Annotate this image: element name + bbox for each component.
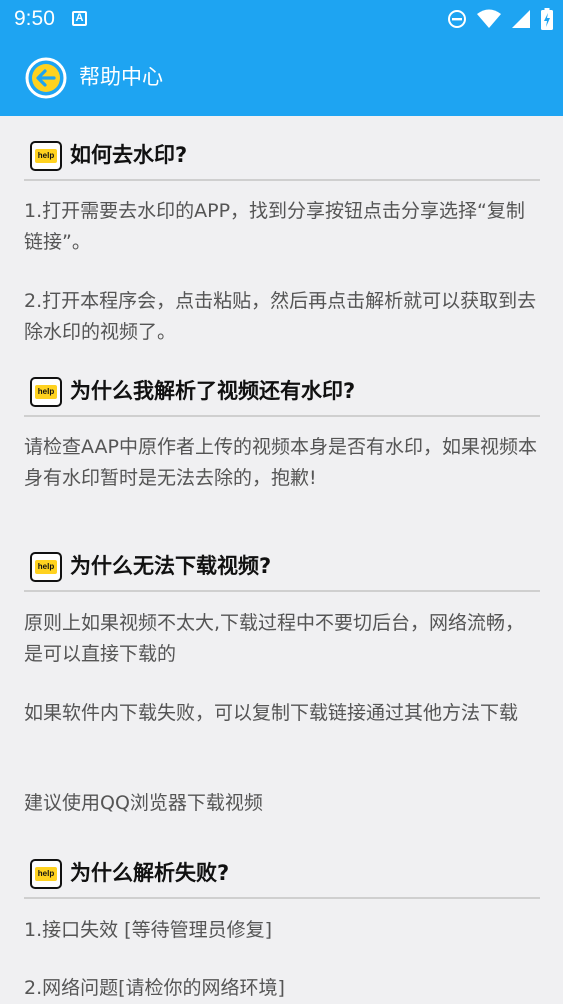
help-icon: help [30,377,62,407]
section-title: 为什么无法下载视频? [70,554,272,578]
section-paragraph: 请检查AAP中原作者上传的视频本身是否有水印，如果视频本身有水印暂时是无法去除的… [24,436,537,489]
wifi-icon [477,9,501,28]
help-badge-label: help [35,149,57,163]
signal-icon [512,10,530,28]
help-badge-label: help [35,867,57,881]
section-header: help 如何去水印? [24,134,540,181]
notification-a-icon: A [72,11,87,26]
help-badge-label: help [35,385,57,399]
section-paragraph: 2.网络问题[请检你的网络环境] [24,977,285,999]
section-title: 如何去水印? [70,143,188,167]
back-button[interactable] [24,56,68,100]
section-paragraph: 原则上如果视频不太大,下载过程中不要切后台，网络流畅，是可以直接下载的 [24,612,525,665]
help-badge-label: help [35,560,57,574]
section-paragraph: 1.打开需要去水印的APP，找到分享按钮点击分享选择“复制链接”。 [24,200,525,253]
section-paragraph: 如果软件内下载失败，可以复制下载链接通过其他方法下载 [24,702,519,724]
section-header: help 为什么无法下载视频? [24,545,540,592]
section-title: 为什么我解析了视频还有水印? [70,379,356,403]
status-time: 9:50 [14,7,55,30]
app-bar: 帮助中心 [0,38,563,116]
do-not-disturb-icon [448,10,466,28]
section-paragraph: 1.接口失效 [等待管理员修复] [24,919,272,941]
help-icon: help [30,859,62,889]
section-title: 为什么解析失败? [70,861,230,885]
help-icon: help [30,141,62,171]
battery-icon [541,8,553,30]
section-paragraph: 2.打开本程序会，点击粘贴，然后再点击解析就可以获取到去除水印的视频了。 [24,290,537,343]
back-arrow-icon [25,57,67,99]
page-title: 帮助中心 [79,65,163,89]
status-icons [447,7,553,31]
section-header: help 为什么我解析了视频还有水印? [24,370,540,417]
section-paragraph: 建议使用QQ浏览器下载视频 [24,792,263,814]
help-icon: help [30,552,62,582]
section-header: help 为什么解析失败? [24,852,540,899]
status-bar: 9:50 A [0,0,563,38]
